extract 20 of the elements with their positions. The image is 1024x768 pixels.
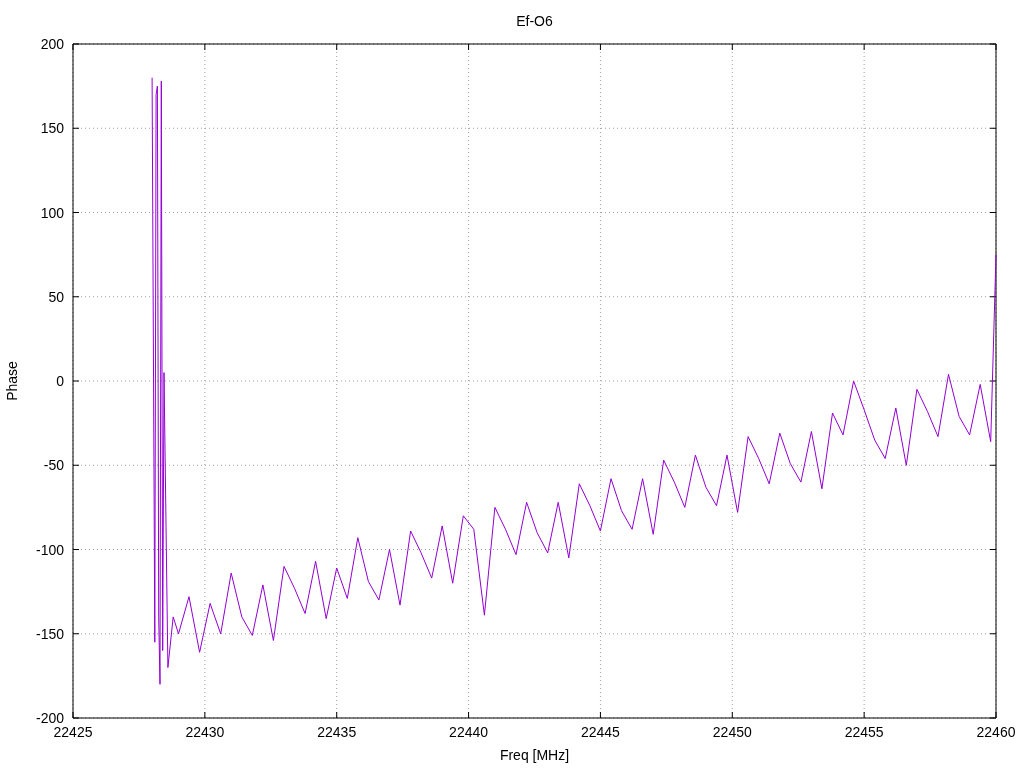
y-tick-label: -100 — [35, 541, 64, 558]
y-tick-label: 0 — [56, 373, 64, 389]
y-tick-label: 200 — [40, 36, 64, 52]
y-tick-label: 150 — [40, 120, 64, 137]
y-tick-label: -50 — [43, 457, 64, 474]
x-tick-label: 22435 — [317, 724, 357, 740]
x-tick-label: 22450 — [712, 724, 752, 740]
y-axis-label: Phase — [4, 361, 20, 401]
y-tick-label: 50 — [48, 288, 64, 305]
y-tick-label: 100 — [40, 204, 64, 221]
x-axis-label: Freq [MHz] — [499, 747, 570, 763]
x-tick-label: 22455 — [844, 724, 884, 740]
x-tick-label: 22460 — [976, 724, 1016, 740]
x-tick-label: 22430 — [185, 724, 225, 740]
y-tick-label: -150 — [35, 625, 64, 642]
x-tick-label: 22445 — [580, 724, 620, 740]
chart-title: Ef-O6 — [516, 13, 553, 29]
x-tick-label: 22440 — [449, 724, 489, 740]
x-tick-label: 22425 — [53, 724, 93, 740]
y-tick-label: -200 — [35, 710, 64, 726]
